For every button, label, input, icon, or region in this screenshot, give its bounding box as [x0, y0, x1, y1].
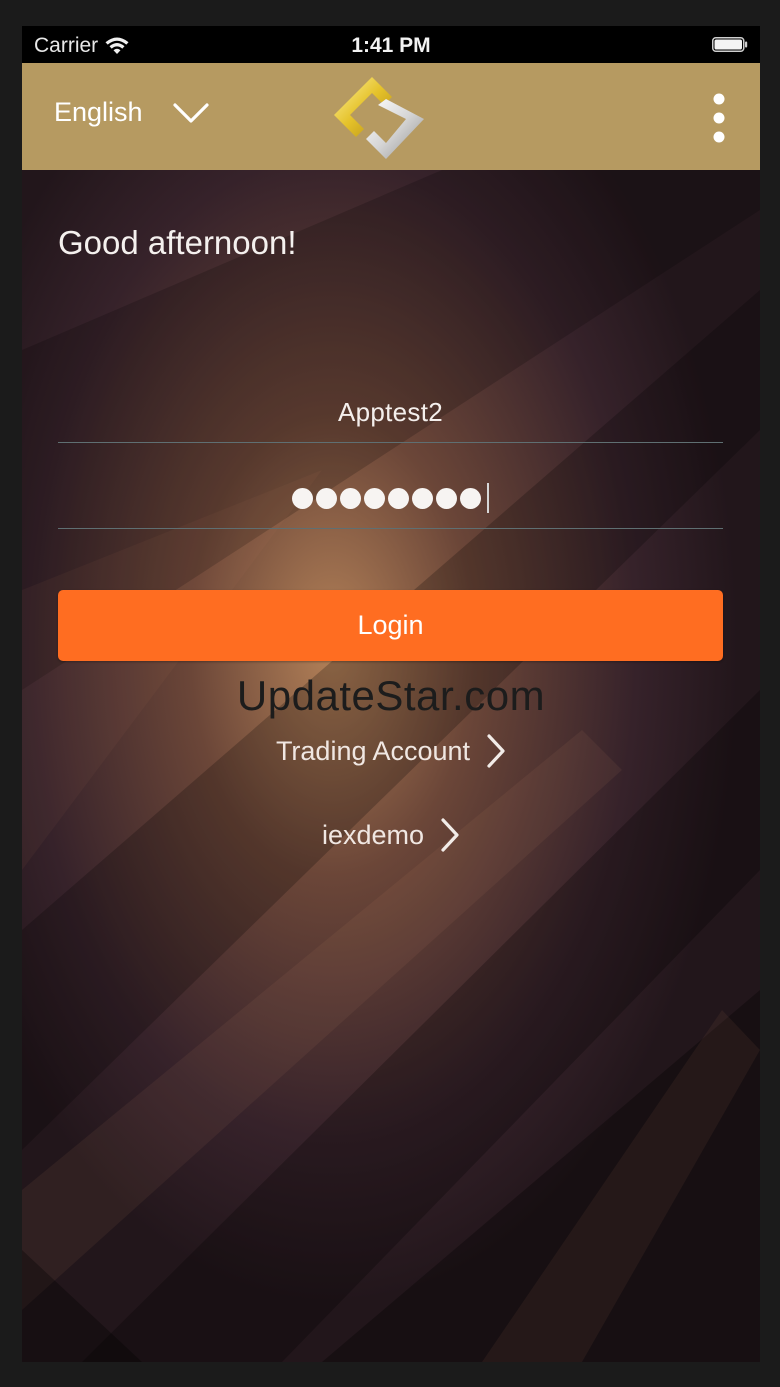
password-dot	[364, 487, 385, 509]
gold-diamond-logo-icon	[334, 77, 424, 159]
login-button[interactable]: Login	[58, 590, 723, 661]
username-value: Apptest2	[337, 396, 444, 427]
greeting-text: Good afternoon!	[58, 224, 297, 261]
password-dot	[340, 487, 361, 509]
battery-icon	[712, 37, 748, 52]
password-field[interactable]	[58, 468, 723, 529]
server-label: iexdemo	[321, 819, 425, 850]
vertical-dots-icon[interactable]	[708, 93, 730, 143]
username-field[interactable]: Apptest2	[58, 382, 723, 443]
watermark-text: UpdateStar.com	[236, 672, 546, 719]
app-header: English	[22, 63, 760, 170]
password-dot	[460, 487, 481, 509]
chevron-right-icon	[441, 818, 459, 852]
password-mask	[292, 483, 489, 513]
password-dot	[292, 487, 313, 509]
chevron-right-icon	[487, 734, 505, 768]
language-label: English	[54, 97, 143, 127]
app-screen: Carrier 1:41 PM English Good afternoon! …	[22, 26, 760, 1362]
password-dot	[412, 487, 433, 509]
password-dot	[316, 487, 337, 509]
trading-account-label: Trading Account	[275, 735, 471, 766]
device-frame: Carrier 1:41 PM English Good afternoon! …	[0, 0, 780, 1387]
trading-account-link[interactable]: Trading Account	[22, 734, 760, 768]
text-caret	[487, 483, 489, 513]
status-bar: Carrier 1:41 PM	[22, 26, 760, 63]
language-selector[interactable]: English	[54, 97, 209, 128]
password-dot	[388, 487, 409, 509]
chevron-down-icon	[172, 102, 209, 123]
server-link[interactable]: iexdemo	[22, 818, 760, 852]
status-time: 1:41 PM	[351, 34, 431, 57]
password-dot	[436, 487, 457, 509]
